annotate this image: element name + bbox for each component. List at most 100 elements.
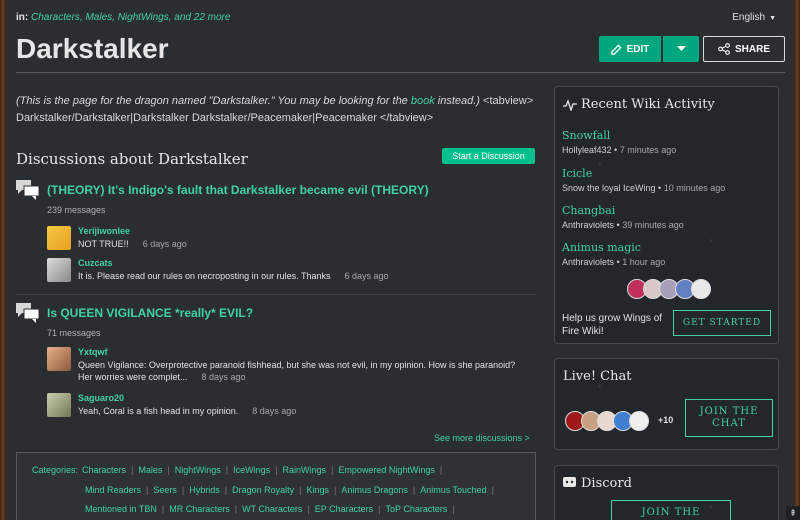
activity-user[interactable]: Anthraviolets bbox=[562, 220, 614, 230]
get-started-button[interactable]: GET STARTED bbox=[673, 310, 771, 336]
edit-group: EDIT bbox=[599, 36, 699, 62]
avatar[interactable] bbox=[47, 258, 71, 282]
breadcrumb: in: Characters, Males, NightWings, and 2… bbox=[16, 12, 230, 23]
category-link[interactable]: MR Characters bbox=[169, 504, 230, 514]
category-separator: | bbox=[333, 485, 337, 495]
category-separator: | bbox=[412, 485, 416, 495]
activity-user[interactable]: Snow the loyal IceWing bbox=[562, 183, 656, 193]
discussion-icon bbox=[16, 303, 40, 323]
activity-time: 7 minutes ago bbox=[619, 145, 677, 155]
post-time: 8 days ago bbox=[201, 372, 246, 382]
pencil-icon bbox=[610, 43, 622, 55]
chevron-down-icon: ▼ bbox=[769, 15, 776, 22]
activity-page-link[interactable]: Snowfall bbox=[562, 129, 676, 142]
language-selector[interactable]: English ▼ bbox=[732, 12, 776, 23]
category-link[interactable]: Kings bbox=[306, 485, 329, 495]
edit-dropdown-button[interactable] bbox=[663, 36, 699, 62]
breadcrumb-links[interactable]: Characters, Males, NightWings, and 22 mo… bbox=[31, 12, 230, 23]
discussion-icon bbox=[16, 180, 40, 200]
post-text: NOT TRUE!! 6 days ago bbox=[78, 238, 518, 250]
category-link[interactable]: Mentioned in TBN bbox=[85, 504, 157, 514]
edit-label: EDIT bbox=[626, 43, 650, 55]
thread-divider bbox=[16, 294, 536, 295]
page-title: Darkstalker bbox=[16, 33, 169, 64]
activity-item: Changbai Anthraviolets • 39 minutes ago bbox=[562, 204, 684, 230]
category-separator: | bbox=[299, 485, 302, 495]
category-separator: | bbox=[330, 465, 334, 475]
post-text: It is. Please read our rules on necropos… bbox=[78, 270, 518, 282]
share-button[interactable]: SHARE bbox=[703, 36, 785, 62]
activity-page-link[interactable]: Icicle bbox=[562, 167, 725, 180]
category-separator: | bbox=[378, 504, 381, 514]
category-link[interactable]: Dragon Royalty bbox=[232, 485, 294, 495]
recent-activity-module: Recent Wiki Activity Snowfall Hollyleaf4… bbox=[554, 86, 779, 344]
category-link[interactable]: Animus Touched bbox=[420, 485, 486, 495]
category-link[interactable]: IceWings bbox=[233, 465, 270, 475]
contributor-avatars bbox=[627, 279, 711, 299]
grow-wiki-text: Help us grow Wings of Fire Wiki! bbox=[562, 313, 663, 337]
activity-item: Snowfall Hollyleaf432 • 7 minutes ago bbox=[562, 129, 676, 155]
post-body: Yeah, Coral is a fish head in my opinion… bbox=[78, 406, 239, 416]
activity-user[interactable]: Anthraviolets bbox=[562, 257, 614, 267]
post-body: NOT TRUE!! bbox=[78, 239, 129, 249]
intro-part2: instead.) bbox=[434, 95, 480, 107]
category-link[interactable]: WT Characters bbox=[242, 504, 302, 514]
category-separator: | bbox=[146, 485, 149, 495]
category-separator: | bbox=[225, 465, 229, 475]
activity-icon bbox=[563, 99, 577, 111]
avatar[interactable] bbox=[47, 393, 71, 417]
activity-item: Icicle Snow the loyal IceWing • 10 minut… bbox=[562, 167, 725, 193]
category-link[interactable]: Mind Readers bbox=[85, 485, 141, 495]
category-link[interactable]: Animus Dragons bbox=[341, 485, 408, 495]
start-discussion-button[interactable]: Start a Discussion bbox=[442, 148, 535, 164]
avatar[interactable] bbox=[629, 411, 649, 431]
thread-title[interactable]: (THEORY) It's Indigo's fault that Darkst… bbox=[47, 183, 429, 197]
thread-message-count: 71 messages bbox=[47, 328, 101, 338]
category-link[interactable]: RainWings bbox=[282, 465, 326, 475]
activity-page-link[interactable]: Changbai bbox=[562, 204, 684, 217]
category-link[interactable]: Hybrids bbox=[189, 485, 220, 495]
chat-avatars bbox=[565, 411, 649, 431]
category-separator: | bbox=[181, 485, 185, 495]
post-text: Queen Vigilance: Overprotective paranoid… bbox=[78, 359, 518, 383]
avatar[interactable] bbox=[691, 279, 711, 299]
category-link[interactable]: EP Characters bbox=[315, 504, 373, 514]
category-link[interactable]: Characters bbox=[82, 465, 126, 475]
discord-module: Discord JOIN THE bbox=[554, 465, 779, 520]
intro-text: (This is the page for the dragon named "… bbox=[16, 93, 536, 127]
join-discord-button[interactable]: JOIN THE bbox=[611, 500, 731, 520]
thread-message-count: 239 messages bbox=[47, 205, 106, 215]
see-more-discussions-link[interactable]: See more discussions > bbox=[434, 433, 530, 443]
category-link[interactable]: Empowered NightWings bbox=[338, 465, 435, 475]
activity-page-link[interactable]: Animus magic bbox=[562, 241, 665, 254]
avatar[interactable] bbox=[47, 226, 71, 250]
post-username[interactable]: Cuzcats bbox=[78, 258, 113, 268]
activity-meta: Hollyleaf432 • 7 minutes ago bbox=[562, 145, 677, 155]
category-separator: | bbox=[491, 485, 494, 495]
activity-title: Recent Wiki Activity bbox=[581, 97, 715, 112]
category-separator: | bbox=[234, 504, 238, 514]
book-link[interactable]: book bbox=[411, 95, 435, 107]
category-separator: | bbox=[439, 465, 443, 475]
category-separator: | bbox=[307, 504, 310, 514]
post-username[interactable]: Saguaro20 bbox=[78, 393, 124, 403]
activity-user[interactable]: Hollyleaf432 bbox=[562, 145, 612, 155]
post-username[interactable]: Yerijiwonlee bbox=[78, 226, 130, 236]
categories-row: Mind Readers | Seers | Hybrids | Dragon Royalt… bbox=[85, 485, 499, 495]
activity-time: 39 minutes ago bbox=[622, 220, 684, 230]
join-chat-button[interactable]: JOIN THE CHAT bbox=[685, 399, 773, 437]
scroll-to-top-button[interactable]: ⇞ bbox=[786, 506, 800, 520]
category-link[interactable]: NightWings bbox=[175, 465, 221, 475]
avatar[interactable] bbox=[47, 347, 71, 371]
thread-title[interactable]: Is QUEEN VIGILANCE *really* EVIL? bbox=[47, 306, 253, 320]
category-link[interactable]: ToP Characters bbox=[385, 504, 447, 514]
category-separator: | bbox=[224, 485, 228, 495]
post-username[interactable]: Yxtqwf bbox=[78, 347, 108, 357]
language-label: English bbox=[732, 12, 766, 23]
discord-title: Discord bbox=[581, 476, 632, 491]
edit-button[interactable]: EDIT bbox=[599, 36, 661, 62]
category-link[interactable]: Seers bbox=[153, 485, 177, 495]
category-link[interactable]: Males bbox=[138, 465, 162, 475]
discussion-thread: Is QUEEN VIGILANCE *really* EVIL? 71 mes… bbox=[16, 303, 536, 428]
post-time: 8 days ago bbox=[252, 406, 297, 416]
